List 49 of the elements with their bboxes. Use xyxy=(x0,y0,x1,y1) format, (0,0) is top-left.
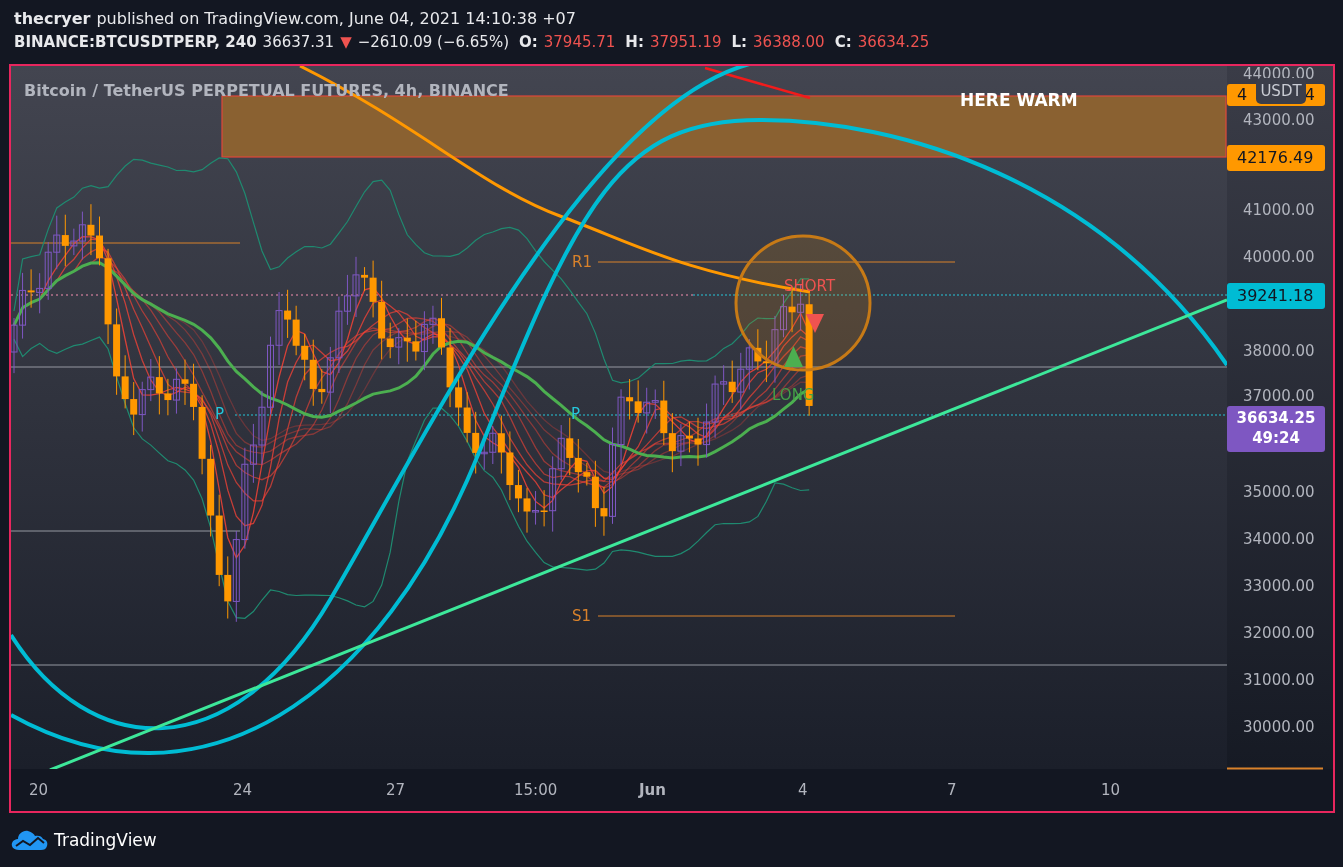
author-name[interactable]: thecryer xyxy=(14,9,91,28)
last-price: 36637.31 xyxy=(262,33,335,51)
price-axis-label: 31000.00 xyxy=(1243,672,1315,689)
pivot-label: R1 xyxy=(572,253,592,271)
price-value: 4 xyxy=(1237,85,1248,105)
price-value: 36634.25 xyxy=(1236,408,1316,428)
signal-label: SHORT xyxy=(784,277,836,295)
price-axis-label: 30000.00 xyxy=(1243,719,1315,736)
ohlc-label: L: xyxy=(731,33,748,51)
publish-info: published on TradingView.com, June 04, 2021 14:10:38 +07 xyxy=(96,9,576,28)
price-value: 4 xyxy=(1304,85,1315,105)
ohlc-label: C: xyxy=(834,33,852,51)
price-axis-label: 34000.00 xyxy=(1243,531,1315,548)
cloud-logo-icon xyxy=(11,829,48,851)
time-axis-label: 20 xyxy=(29,781,49,799)
symbol-name: BINANCE:BTCUSDTPERP, 240 xyxy=(14,33,257,51)
currency-badge[interactable]: USDT xyxy=(1256,78,1306,104)
time-axis-label: 27 xyxy=(386,781,406,799)
price-axis-label: 35000.00 xyxy=(1243,484,1315,501)
price-axis-label: 38000.00 xyxy=(1243,343,1315,360)
price-axis-label: 37000.00 xyxy=(1243,388,1315,405)
zone-label: HERE WARM xyxy=(960,90,1078,110)
ohlc-label: O: xyxy=(519,33,538,51)
up-triangle-icon xyxy=(784,346,803,367)
down-triangle-icon xyxy=(806,314,824,333)
price-change: −2610.09 (−6.65%) xyxy=(357,33,509,51)
ohlc-value: 37951.19 xyxy=(649,33,722,51)
ohlc-value: 37945.71 xyxy=(543,33,616,51)
pivot-label: P xyxy=(215,405,225,423)
time-axis-label: 24 xyxy=(233,781,253,799)
countdown-timer: 49:24 xyxy=(1252,428,1300,448)
time-axis-label: 7 xyxy=(947,781,957,799)
change-arrow: ▼ xyxy=(340,33,352,51)
price-axis-label: 43000.00 xyxy=(1243,112,1315,129)
price-axis-label: 40000.00 xyxy=(1243,249,1315,266)
ohlc-value: 36634.25 xyxy=(857,33,930,51)
price-value: 39241.18 xyxy=(1237,286,1314,306)
pivot-label: S1 xyxy=(572,607,592,625)
time-axis-label: Jun xyxy=(639,781,666,799)
price-axis-label: 41000.00 xyxy=(1243,202,1315,219)
price-axis-label: 32000.00 xyxy=(1243,625,1315,642)
time-axis-label: 10 xyxy=(1101,781,1121,799)
time-axis-label: 15:00 xyxy=(514,781,558,799)
ohlc-label: H: xyxy=(625,33,644,51)
price-value: 42176.49 xyxy=(1237,148,1314,168)
time-axis-label: 4 xyxy=(798,781,808,799)
brand-name[interactable]: TradingView xyxy=(54,830,157,850)
ohlc-value: 36388.00 xyxy=(753,33,825,51)
price-axis-label: 33000.00 xyxy=(1243,578,1315,595)
